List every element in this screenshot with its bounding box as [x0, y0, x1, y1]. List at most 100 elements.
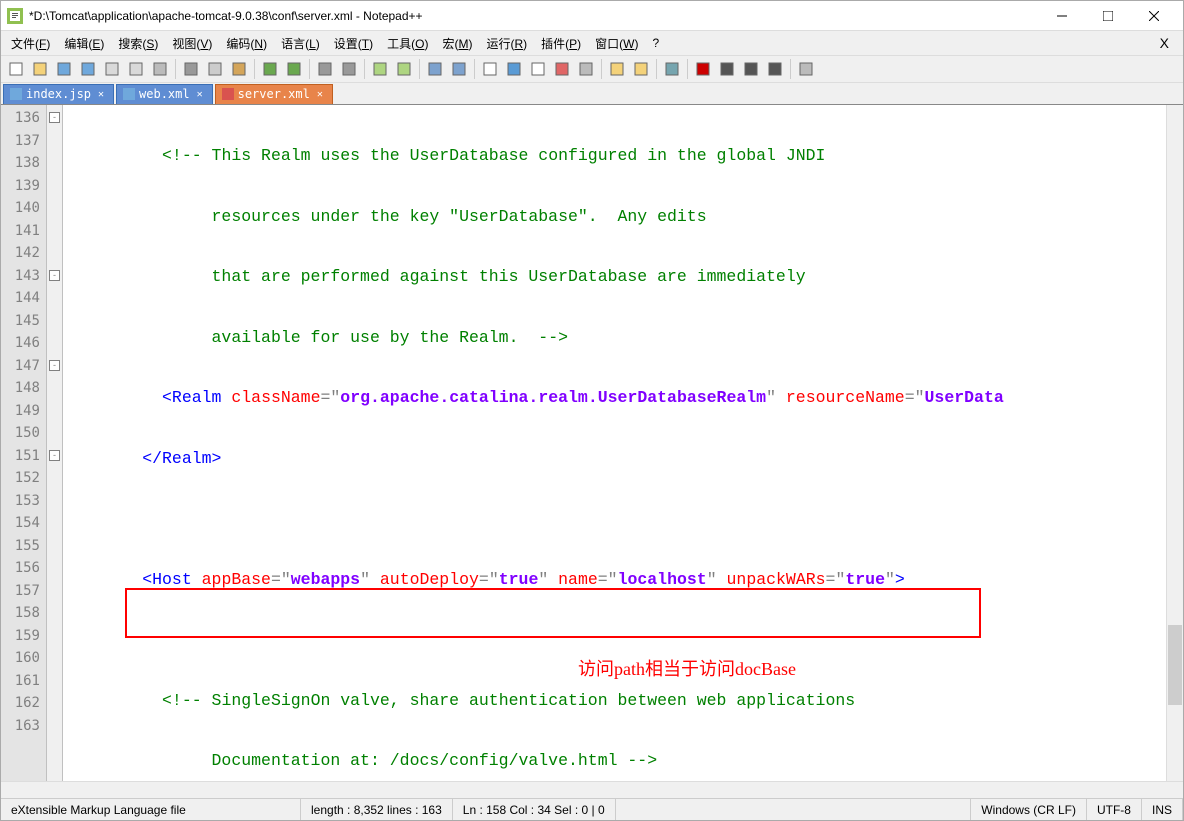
tab-label: web.xml [139, 87, 190, 101]
copy-icon[interactable] [204, 58, 226, 80]
tab-close-icon[interactable]: ✕ [194, 88, 206, 100]
toolbar [1, 55, 1183, 83]
editor-area: 1361371381391401411421431441451461471481… [1, 105, 1183, 781]
menu-e[interactable]: 编辑(E) [58, 33, 110, 54]
print-icon[interactable] [149, 58, 171, 80]
line-number: 161 [1, 670, 46, 693]
close-button[interactable] [1131, 1, 1177, 31]
menu-m[interactable]: 宏(M) [436, 33, 478, 54]
line-number: 154 [1, 512, 46, 535]
fold-toggle[interactable]: - [49, 112, 60, 123]
tab-index-jsp[interactable]: index.jsp ✕ [3, 84, 114, 104]
line-number: 147 [1, 355, 46, 378]
new-file-icon[interactable] [5, 58, 27, 80]
save-all-icon[interactable] [77, 58, 99, 80]
horizontal-scrollbar[interactable] [1, 781, 1183, 798]
sync-h-icon[interactable] [448, 58, 470, 80]
menu-v[interactable]: 视图(V) [166, 33, 218, 54]
menu-f[interactable]: 文件(F) [5, 33, 56, 54]
line-number: 157 [1, 580, 46, 603]
line-number: 163 [1, 715, 46, 738]
tab-server-xml[interactable]: server.xml ✕ [215, 84, 333, 104]
menu-p[interactable]: 插件(P) [535, 33, 587, 54]
find-icon[interactable] [314, 58, 336, 80]
doc-map-icon[interactable] [575, 58, 597, 80]
line-number: 142 [1, 242, 46, 265]
line-number: 143 [1, 265, 46, 288]
save-macro-icon[interactable] [795, 58, 817, 80]
menu-t[interactable]: 设置(T) [328, 33, 379, 54]
zoom-out-icon[interactable] [393, 58, 415, 80]
status-eol[interactable]: Windows (CR LF) [971, 799, 1087, 820]
lang-format-icon[interactable] [551, 58, 573, 80]
menu-l[interactable]: 语言(L) [275, 33, 326, 54]
paste-icon[interactable] [228, 58, 250, 80]
close-icon[interactable] [101, 58, 123, 80]
record-icon[interactable] [692, 58, 714, 80]
line-number: 151 [1, 445, 46, 468]
replace-icon[interactable] [338, 58, 360, 80]
zoom-in-icon[interactable] [369, 58, 391, 80]
sync-v-icon[interactable] [424, 58, 446, 80]
line-number: 160 [1, 647, 46, 670]
cut-icon[interactable] [180, 58, 202, 80]
close-all-icon[interactable] [125, 58, 147, 80]
menu-n[interactable]: 编码(N) [220, 33, 273, 54]
line-number: 162 [1, 692, 46, 715]
monitor-icon[interactable] [661, 58, 683, 80]
all-chars-icon[interactable] [503, 58, 525, 80]
line-number: 153 [1, 490, 46, 513]
tab-web-xml[interactable]: web.xml ✕ [116, 84, 213, 104]
app-icon [7, 8, 23, 24]
status-encoding[interactable]: UTF-8 [1087, 799, 1142, 820]
line-number: 158 [1, 602, 46, 625]
line-number: 152 [1, 467, 46, 490]
save-icon[interactable] [53, 58, 75, 80]
menu-help[interactable]: ? [646, 34, 665, 52]
window-title: *D:\Tomcat\application\apache-tomcat-9.0… [29, 9, 1039, 23]
tab-close-icon[interactable]: ✕ [95, 88, 107, 100]
status-position: Ln : 158 Col : 34 Sel : 0 | 0 [453, 799, 616, 820]
menu-o[interactable]: 工具(O) [381, 33, 434, 54]
line-number: 140 [1, 197, 46, 220]
line-number: 145 [1, 310, 46, 333]
maximize-button[interactable] [1085, 1, 1131, 31]
indent-guide-icon[interactable] [527, 58, 549, 80]
tab-label: index.jsp [26, 87, 91, 101]
tab-label: server.xml [238, 87, 310, 101]
fold-toggle[interactable]: - [49, 360, 60, 371]
menu-close-doc[interactable]: X [1150, 33, 1179, 53]
line-number: 146 [1, 332, 46, 355]
folder-icon[interactable] [630, 58, 652, 80]
code-area[interactable]: <!-- This Realm uses the UserDatabase co… [63, 105, 1166, 781]
minimize-button[interactable] [1039, 1, 1085, 31]
line-number: 139 [1, 175, 46, 198]
status-insert[interactable]: INS [1142, 799, 1183, 820]
status-bar: eXtensible Markup Language file length :… [1, 798, 1183, 820]
wrap-icon[interactable] [479, 58, 501, 80]
open-file-icon[interactable] [29, 58, 51, 80]
line-number: 137 [1, 130, 46, 153]
line-number-gutter: 1361371381391401411421431441451461471481… [1, 105, 47, 781]
line-number: 150 [1, 422, 46, 445]
title-bar: *D:\Tomcat\application\apache-tomcat-9.0… [1, 1, 1183, 31]
stop-icon[interactable] [716, 58, 738, 80]
vertical-scrollbar[interactable] [1166, 105, 1183, 781]
fold-toggle[interactable]: - [49, 270, 60, 281]
menu-r[interactable]: 运行(R) [480, 33, 533, 54]
menu-bar: 文件(F)编辑(E)搜索(S)视图(V)编码(N)语言(L)设置(T)工具(O)… [1, 31, 1183, 55]
saved-icon [123, 88, 135, 100]
line-number: 156 [1, 557, 46, 580]
undo-icon[interactable] [259, 58, 281, 80]
menu-w[interactable]: 窗口(W) [589, 33, 644, 54]
status-length: length : 8,352 lines : 163 [301, 799, 453, 820]
play-multi-icon[interactable] [764, 58, 786, 80]
line-number: 136 [1, 107, 46, 130]
play-icon[interactable] [740, 58, 762, 80]
func-list-icon[interactable] [606, 58, 628, 80]
fold-toggle[interactable]: - [49, 450, 60, 461]
redo-icon[interactable] [283, 58, 305, 80]
line-number: 144 [1, 287, 46, 310]
menu-s[interactable]: 搜索(S) [112, 33, 164, 54]
tab-close-icon[interactable]: ✕ [314, 88, 326, 100]
